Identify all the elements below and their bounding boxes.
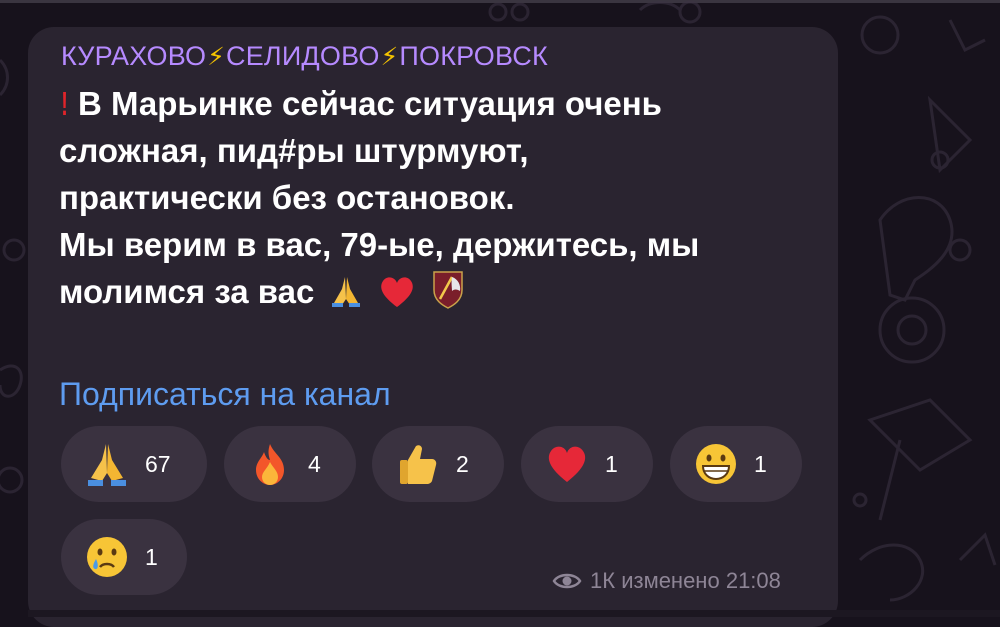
message-time: 21:08 <box>725 568 781 593</box>
reaction-heart[interactable]: 1 <box>521 426 653 502</box>
praying-hands-icon <box>331 277 360 307</box>
red-heart-icon <box>548 446 586 482</box>
reaction-count: 1 <box>145 543 158 570</box>
lightning-icon: ⚡ <box>207 43 225 71</box>
channel-title-part: КУРАХОВО <box>61 41 207 71</box>
message-line-text: молимся за вас <box>59 273 315 310</box>
message-line: практически без остановок. <box>59 179 515 216</box>
channel-title-part: ПОКРОВСК <box>399 41 548 71</box>
subscribe-link[interactable]: Подписаться на канал <box>59 375 391 413</box>
reaction-crying[interactable]: 1 <box>61 519 187 595</box>
eye-icon <box>552 573 582 589</box>
message-line: Мы верим в вас, 79-ые, держитесь, мы <box>59 226 700 263</box>
brigade-emblem-icon <box>433 271 463 309</box>
reaction-count: 4 <box>308 450 321 477</box>
praying-hands-icon <box>88 444 126 486</box>
message-line-text: В Марьинке сейчас ситуация очень <box>78 85 662 122</box>
channel-title[interactable]: КУРАХОВО⚡СЕЛИДОВО⚡ПОКРОВСК <box>61 40 548 73</box>
message-meta: 1К изменено 21:08 <box>552 568 781 594</box>
fire-icon <box>256 444 284 485</box>
grinning-face-icon <box>696 444 736 484</box>
reaction-fire[interactable]: 4 <box>224 426 356 502</box>
edited-label: изменено <box>621 568 720 593</box>
reaction-thumbs-up[interactable]: 2 <box>372 426 504 502</box>
message-line: сложная, пид#ры штурмуют, <box>59 132 529 169</box>
message-line: ! В Марьинке сейчас ситуация очень <box>59 80 829 127</box>
reaction-count: 1 <box>754 450 767 477</box>
message-line: молимся за вас <box>59 268 829 315</box>
reaction-count: 67 <box>145 450 171 477</box>
reaction-praying-hands[interactable]: 67 <box>61 426 207 502</box>
reaction-count: 2 <box>456 450 469 477</box>
red-heart-icon <box>380 277 413 307</box>
channel-title-part: СЕЛИДОВО <box>226 41 380 71</box>
reaction-grinning[interactable]: 1 <box>670 426 802 502</box>
reaction-count: 1 <box>605 450 618 477</box>
message-text: ! В Марьинке сейчас ситуация очень сложна… <box>59 80 829 315</box>
view-count: 1К <box>590 568 616 593</box>
thumbs-up-icon <box>400 445 437 484</box>
exclamation-icon: ! <box>61 85 68 122</box>
bottom-edge <box>28 610 1000 617</box>
crying-face-icon <box>87 537 127 577</box>
lightning-icon: ⚡ <box>380 43 399 71</box>
